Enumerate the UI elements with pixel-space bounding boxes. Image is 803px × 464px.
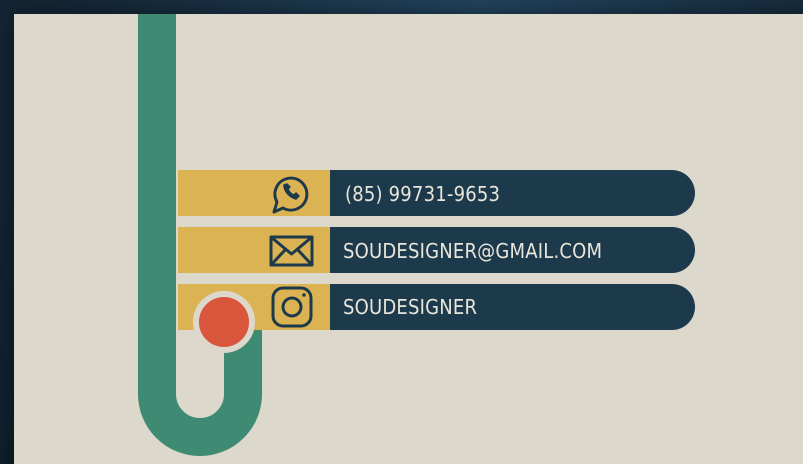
instagram-handle: SOUDESIGNER [343, 295, 478, 319]
background: (85) 99731-9653 SOUDESIGNER@GMAIL.COM SO… [0, 0, 803, 464]
email-address: SOUDESIGNER@GMAIL.COM [343, 239, 603, 263]
red-dot [193, 291, 255, 353]
green-stripe [138, 14, 262, 456]
business-card: (85) 99731-9653 SOUDESIGNER@GMAIL.COM SO… [14, 14, 803, 464]
contact-row-phone-mustard [178, 170, 332, 216]
phone-number: (85) 99731-9653 [345, 182, 501, 206]
